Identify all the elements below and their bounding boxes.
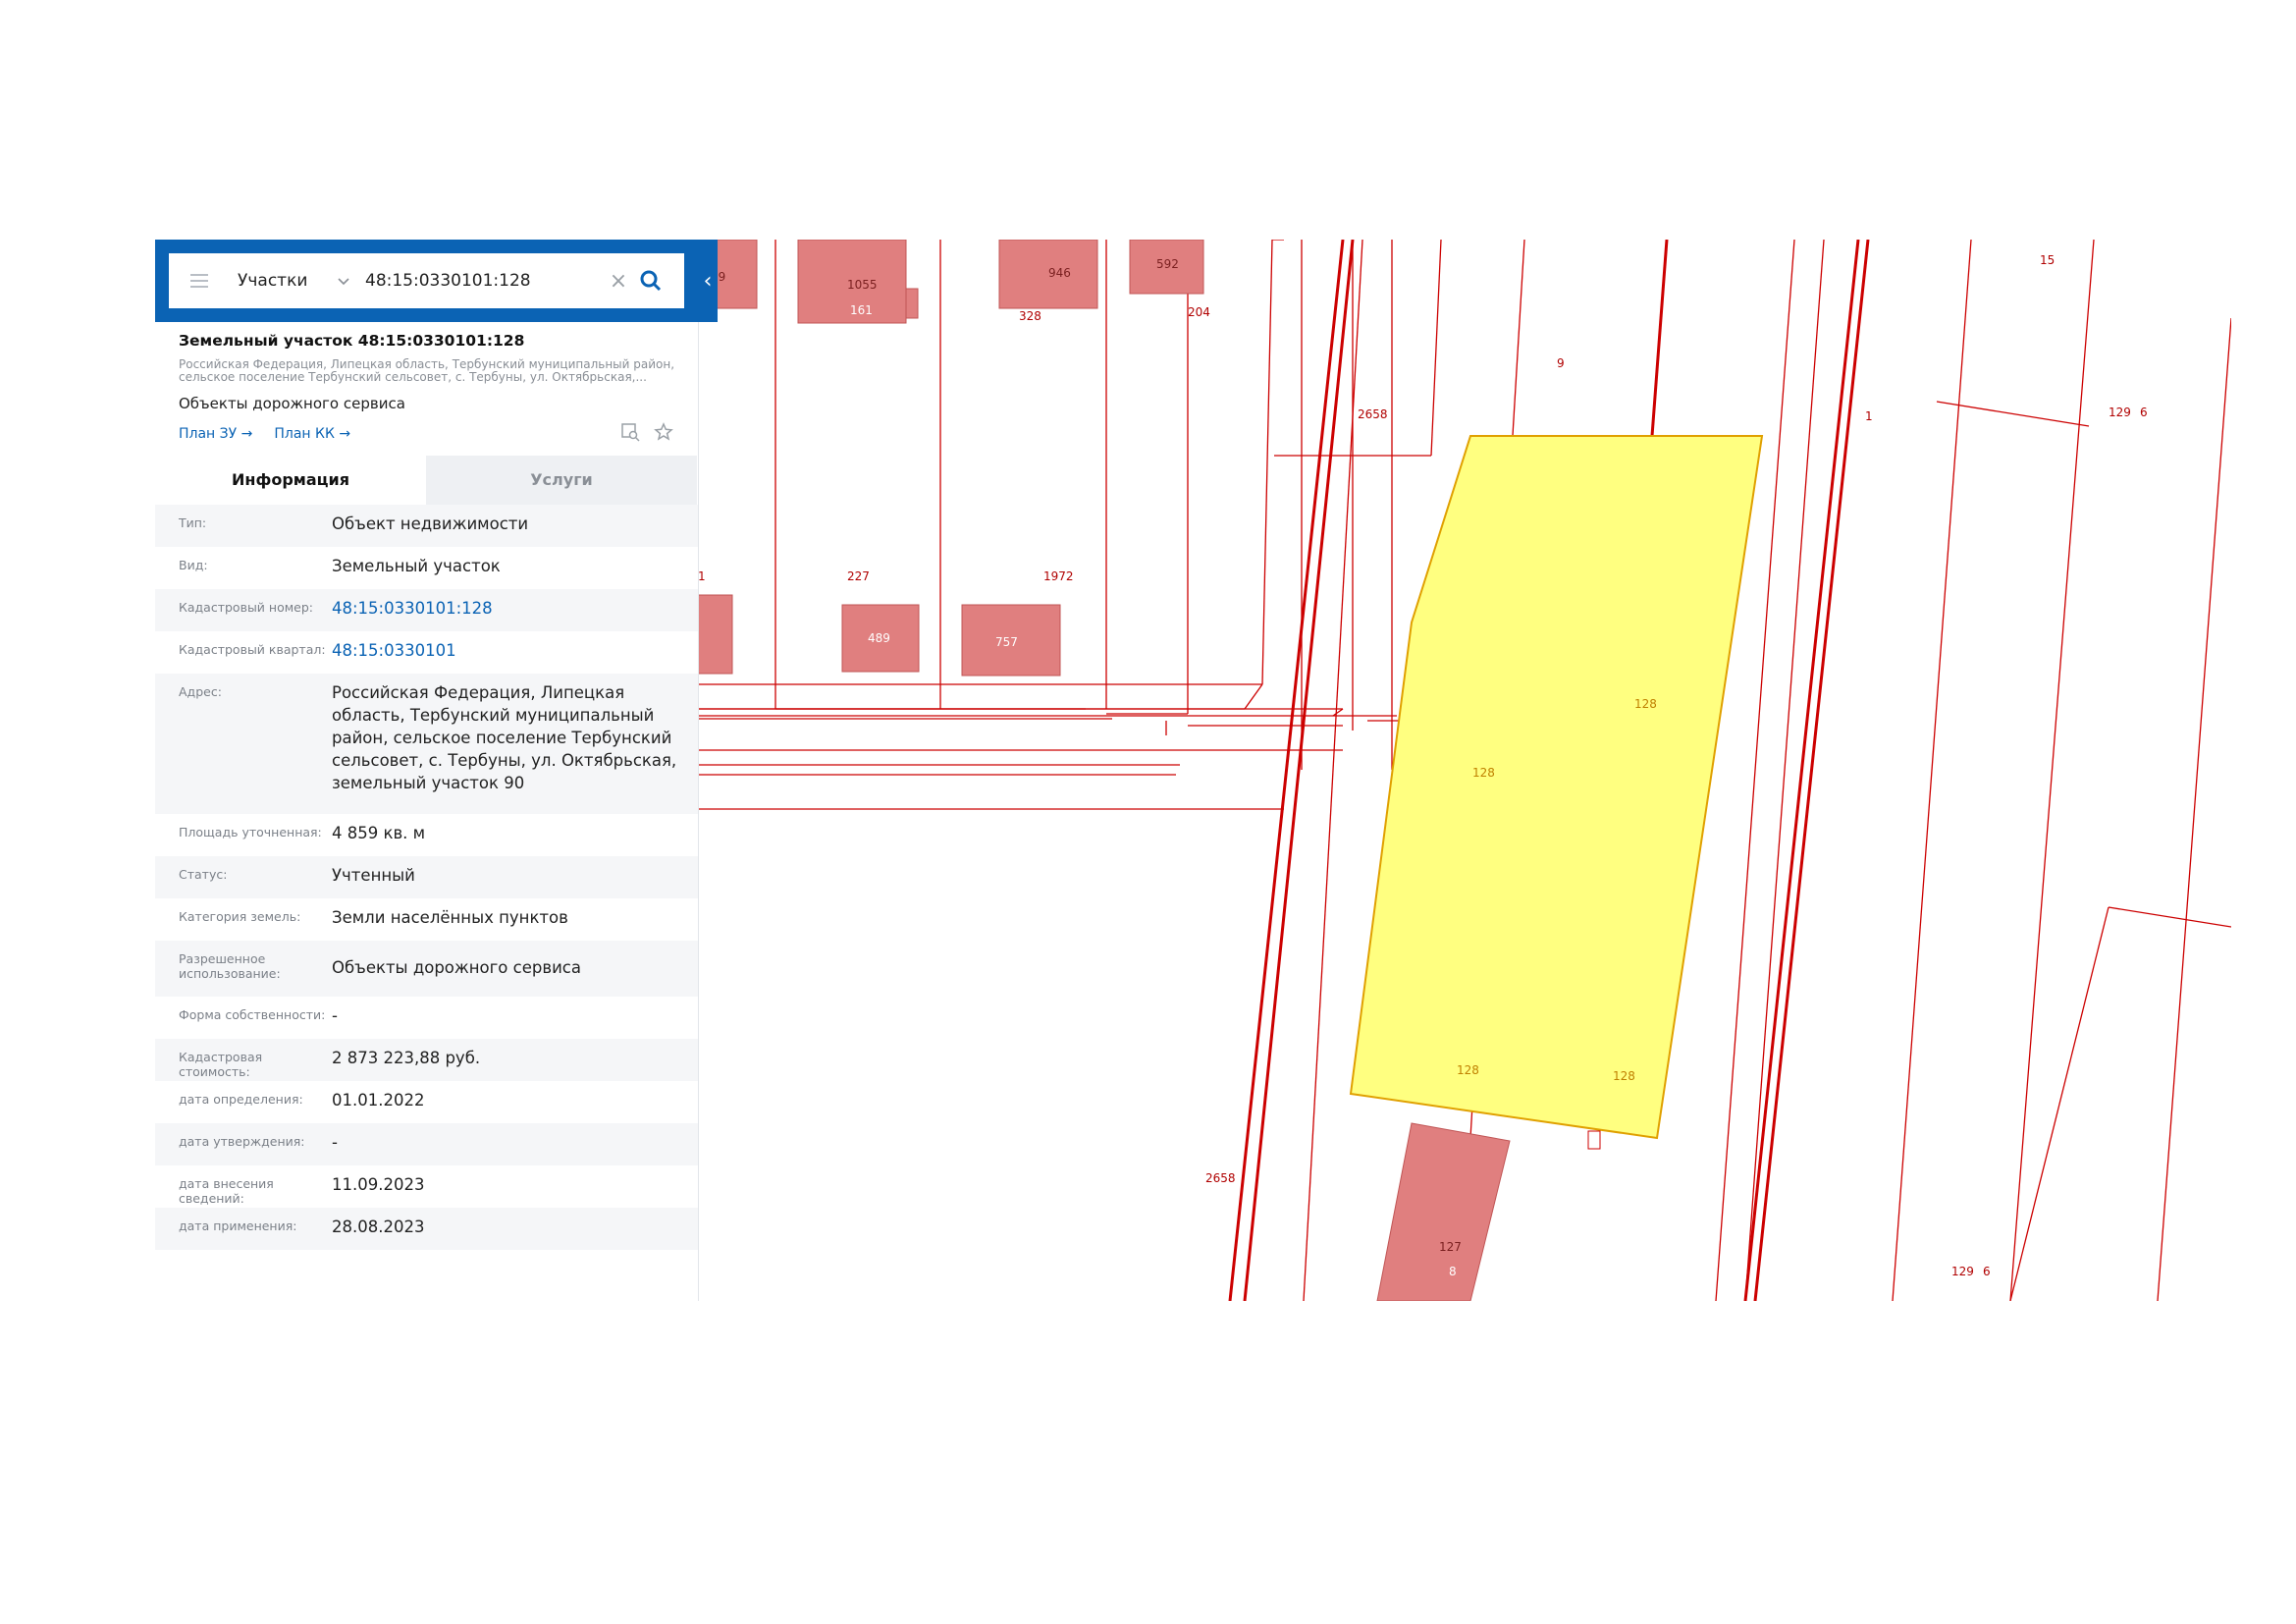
row-value: -: [332, 1006, 338, 1025]
info-row-cadastral-number: Кадастровый номер: 48:15:0330101:128: [155, 589, 698, 631]
search-input[interactable]: [363, 270, 603, 292]
info-row-kind: Вид: Земельный участок: [155, 547, 698, 589]
plan-zu-link[interactable]: План ЗУ →: [179, 426, 252, 442]
row-label: дата утверждения:: [179, 1134, 305, 1149]
svg-text:2658: 2658: [1205, 1171, 1236, 1185]
search-box: Участки ×: [169, 253, 684, 308]
row-value: Объекты дорожного сервиса: [332, 958, 581, 977]
object-use: Объекты дорожного сервиса: [179, 395, 405, 412]
object-type-select[interactable]: Участки: [238, 271, 336, 291]
svg-text:489: 489: [868, 631, 890, 645]
svg-text:129: 129: [1951, 1265, 1974, 1278]
row-value: -: [332, 1133, 338, 1152]
row-value: Российская Федерация, Липецкая область, …: [332, 683, 677, 792]
svg-text:592: 592: [1156, 257, 1179, 271]
row-label: Вид:: [179, 558, 208, 572]
svg-text:8: 8: [1449, 1265, 1457, 1278]
svg-text:128: 128: [1472, 766, 1495, 780]
row-value: Земельный участок: [332, 557, 501, 575]
row-label: дата применения:: [179, 1218, 297, 1233]
plan-kk-link[interactable]: План КК →: [274, 426, 350, 442]
app-frame: 2658 2658 9 15 129 6 129 6 1 1055 161 94…: [155, 240, 2231, 1301]
collapse-panel-button[interactable]: ‹: [698, 267, 718, 297]
svg-text:1055: 1055: [847, 278, 878, 292]
search-bar: Участки × ‹: [155, 240, 718, 322]
tab-services[interactable]: Услуги: [426, 456, 697, 505]
close-icon[interactable]: ×: [609, 269, 628, 294]
svg-text:946: 946: [1048, 266, 1071, 280]
info-row-ownership: Форма собственности: -: [155, 997, 698, 1039]
hamburger-icon[interactable]: [190, 270, 208, 292]
object-address: Российская Федерация, Липецкая область, …: [179, 357, 675, 384]
row-value: Объект недвижимости: [332, 514, 529, 533]
svg-text:9: 9: [1557, 356, 1565, 370]
plan-links: План ЗУ → План КК →: [179, 426, 350, 442]
svg-text:128: 128: [1634, 697, 1657, 711]
zoom-to-object-icon[interactable]: [620, 422, 640, 442]
object-tools: [620, 422, 673, 442]
row-label: Кадастровая стоимость:: [179, 1050, 263, 1079]
info-row-date-entered: дата внесения сведений: 11.09.2023: [155, 1165, 698, 1208]
svg-text:328: 328: [1019, 309, 1041, 323]
chevron-down-icon[interactable]: [336, 273, 351, 289]
panel-tabs: Информация Услуги: [155, 456, 698, 505]
svg-text:127: 127: [1439, 1240, 1462, 1254]
buildings: [697, 240, 1511, 1301]
cadastral-quarter-link[interactable]: 48:15:0330101: [332, 631, 698, 674]
selected-parcel[interactable]: [1349, 435, 1764, 1140]
svg-text:2658: 2658: [1358, 407, 1388, 421]
info-row-permitted-use: Разрешенное использование: Объекты дорожн…: [155, 941, 698, 997]
svg-text:757: 757: [995, 635, 1018, 649]
search-icon[interactable]: [638, 268, 664, 294]
row-value: 28.08.2023: [332, 1218, 425, 1236]
row-value: 01.01.2022: [332, 1091, 425, 1110]
row-value: 2 873 223,88 руб.: [332, 1049, 481, 1067]
row-label: дата внесения сведений:: [179, 1176, 274, 1206]
info-row-type: Тип: Объект недвижимости: [155, 505, 698, 547]
row-value: 4 859 кв. м: [332, 824, 426, 842]
info-row-area: Площадь уточненная: 4 859 кв. м: [155, 814, 698, 856]
svg-text:1972: 1972: [1043, 569, 1074, 583]
cadastral-number-link[interactable]: 48:15:0330101:128: [332, 589, 698, 631]
svg-text:161: 161: [850, 303, 873, 317]
svg-text:129: 129: [2109, 406, 2131, 419]
svg-text:227: 227: [847, 569, 870, 583]
row-value: Земли населённых пунктов: [332, 908, 568, 927]
row-label: Площадь уточненная:: [179, 825, 322, 839]
info-row-cadastral-quarter: Кадастровый квартал: 48:15:0330101: [155, 631, 698, 674]
info-row-address: Адрес: Российская Федерация, Липецкая обл…: [155, 674, 698, 814]
svg-text:15: 15: [2040, 253, 2055, 267]
row-label: Статус:: [179, 867, 228, 882]
info-row-status: Статус: Учтенный: [155, 856, 698, 898]
svg-text:6: 6: [1983, 1265, 1991, 1278]
info-panel: Участки × ‹ Земельный участок 48:15:0330…: [155, 240, 718, 1301]
info-table: Тип: Объект недвижимости Вид: Земельный уч…: [155, 505, 698, 1250]
info-row-cadastral-value: Кадастровая стоимость: 2 873 223,88 руб.: [155, 1039, 698, 1081]
svg-text:6: 6: [2140, 406, 2148, 419]
row-value: 11.09.2023: [332, 1175, 425, 1194]
info-row-date-determined: дата определения: 01.01.2022: [155, 1081, 698, 1123]
row-label: Тип:: [179, 515, 207, 530]
svg-text:204: 204: [1188, 305, 1210, 319]
row-label: Кадастровый номер:: [179, 600, 313, 615]
svg-text:1: 1: [698, 569, 706, 583]
row-label: Адрес:: [179, 684, 222, 699]
info-row-category: Категория земель: Земли населённых пункто…: [155, 898, 698, 941]
row-label: Кадастровый квартал:: [179, 642, 326, 657]
svg-text:128: 128: [1613, 1069, 1635, 1083]
row-label: Категория земель:: [179, 909, 301, 924]
row-label: Форма собственности:: [179, 1007, 326, 1022]
star-icon[interactable]: [654, 422, 673, 442]
info-row-date-approved: дата утверждения: -: [155, 1123, 698, 1165]
row-label: Разрешенное использование:: [179, 951, 281, 981]
row-value: Учтенный: [332, 866, 415, 885]
svg-text:128: 128: [1457, 1063, 1479, 1077]
info-row-date-applied: дата применения: 28.08.2023: [155, 1208, 698, 1250]
svg-text:1: 1: [1865, 409, 1873, 423]
tab-info[interactable]: Информация: [155, 456, 426, 505]
object-title: Земельный участок 48:15:0330101:128: [179, 332, 525, 350]
row-label: дата определения:: [179, 1092, 303, 1107]
